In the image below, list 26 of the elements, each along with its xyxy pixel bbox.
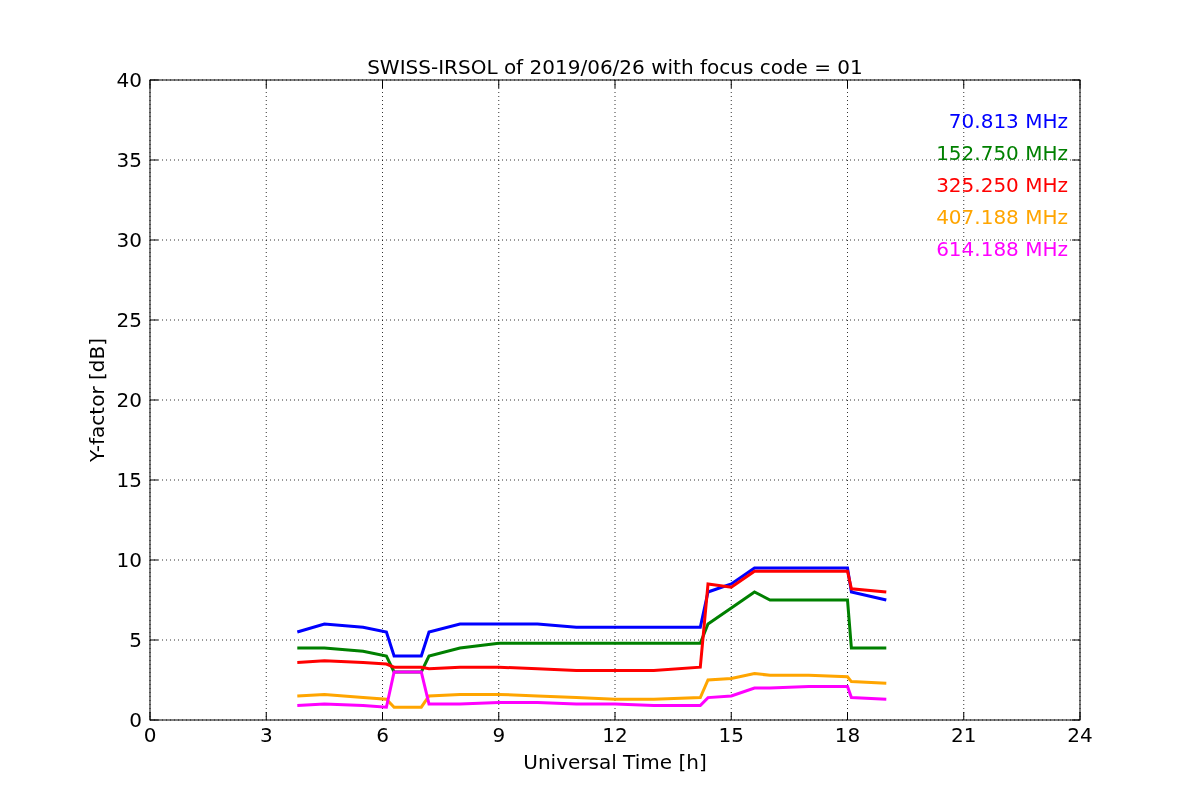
x-axis-label: Universal Time [h] <box>523 750 707 774</box>
tick-label: 35 <box>116 148 142 172</box>
legend-label: 70.813 MHz <box>948 109 1068 133</box>
tick-label: 3 <box>259 723 273 747</box>
tick-label: 12 <box>602 723 628 747</box>
y-axis-label: Y-factor [dB] <box>85 338 109 462</box>
tick-label: 40 <box>116 68 142 92</box>
tick-label: 5 <box>129 628 142 652</box>
tick-label: 24 <box>1067 723 1093 747</box>
legend-label: 407.188 MHz <box>936 205 1068 229</box>
legend-label: 325.250 MHz <box>936 173 1068 197</box>
chart-title: SWISS-IRSOL of 2019/06/26 with focus code = 01 <box>367 55 863 79</box>
tick-label: 0 <box>129 708 142 732</box>
tick-label: 30 <box>116 228 142 252</box>
tick-label: 15 <box>718 723 744 747</box>
tick-label: 0 <box>143 723 157 747</box>
tick-label: 10 <box>116 548 142 572</box>
tick-label: 21 <box>951 723 977 747</box>
tick-label: 18 <box>834 723 861 747</box>
tick-label: 15 <box>116 468 142 492</box>
tick-label: 20 <box>116 388 142 412</box>
legend-label: 614.188 MHz <box>936 237 1068 261</box>
tick-label: 9 <box>492 723 506 747</box>
legend-label: 152.750 MHz <box>936 141 1068 165</box>
tick-label: 25 <box>116 308 142 332</box>
tick-label: 6 <box>376 723 389 747</box>
